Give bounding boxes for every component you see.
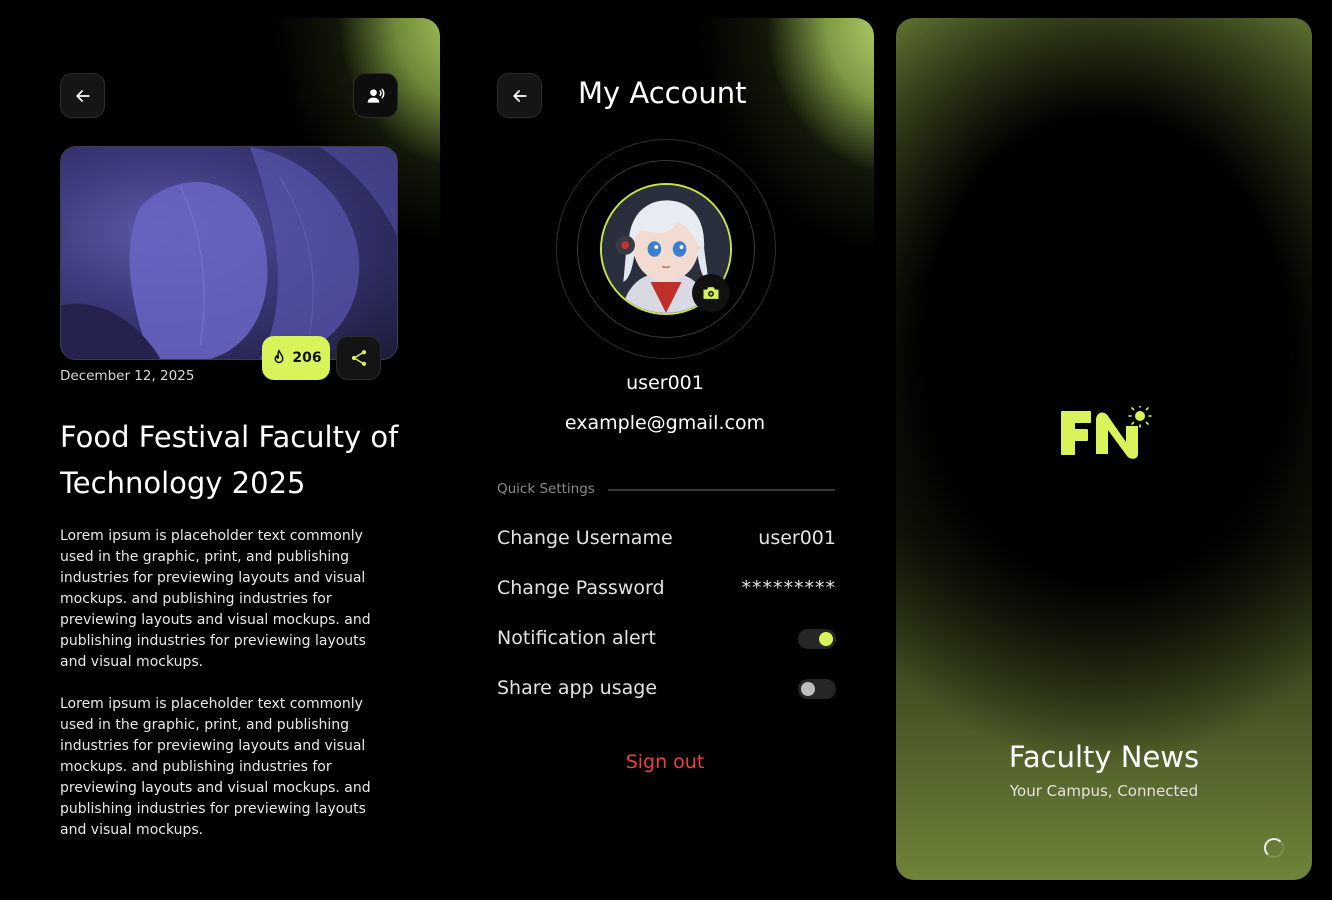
- article-paragraph-1: Lorem ipsum is placeholder text commonly…: [60, 528, 371, 670]
- audio-read-button[interactable]: [353, 73, 398, 118]
- article-title: Food Festival Faculty of Technology 2025: [60, 420, 399, 500]
- quick-settings-label: Quick Settings: [497, 481, 595, 497]
- share-app-usage-setting: Share app usage: [497, 677, 658, 699]
- arrow-left-icon: [75, 89, 90, 102]
- account-screen: My Account user001 example@gmail.com Qui…: [456, 18, 874, 880]
- back-button[interactable]: [60, 73, 105, 118]
- article-image: [60, 146, 398, 360]
- profile-username: user001: [626, 372, 704, 394]
- fire-icon: [274, 349, 284, 364]
- divider: [608, 489, 835, 491]
- change-password-setting[interactable]: Change Password: [497, 577, 665, 599]
- notification-alert-toggle[interactable]: [798, 629, 836, 649]
- back-button[interactable]: [497, 73, 542, 118]
- toggle-knob-on: [819, 632, 833, 646]
- loading-spinner-icon: [1264, 838, 1284, 858]
- toggle-knob-off: [801, 682, 815, 696]
- brand-tagline: Your Campus, Connected: [1009, 782, 1199, 800]
- page-title: My Account: [578, 76, 747, 110]
- notification-alert-setting: Notification alert: [497, 627, 656, 649]
- share-icon: [351, 350, 366, 366]
- camera-icon: [703, 287, 719, 299]
- brand-name: Faculty News: [1008, 740, 1200, 774]
- share-app-usage-toggle[interactable]: [798, 679, 836, 699]
- change-photo-button[interactable]: [692, 274, 730, 312]
- sign-out-button[interactable]: Sign out: [456, 751, 874, 773]
- splash-screen: Faculty News Your Campus, Connected: [896, 18, 1312, 880]
- username-value: user001: [758, 527, 836, 549]
- article-screen: 206 December 12, 2025 Food Festival Facu…: [22, 18, 440, 880]
- profile-email: example@gmail.com: [564, 412, 766, 434]
- change-username-setting[interactable]: Change Username: [497, 527, 673, 549]
- speaking-person-icon: [367, 88, 384, 103]
- likes-button[interactable]: 206: [262, 336, 330, 380]
- article-date: December 12, 2025: [60, 368, 195, 384]
- fn-logo: [1061, 406, 1152, 459]
- arrow-left-icon: [512, 89, 527, 102]
- flower-petal-image: [61, 147, 397, 359]
- password-value: *********: [741, 577, 836, 599]
- likes-count: 206: [292, 350, 322, 366]
- share-button[interactable]: [336, 336, 381, 380]
- article-paragraph-2: Lorem ipsum is placeholder text commonly…: [60, 696, 371, 838]
